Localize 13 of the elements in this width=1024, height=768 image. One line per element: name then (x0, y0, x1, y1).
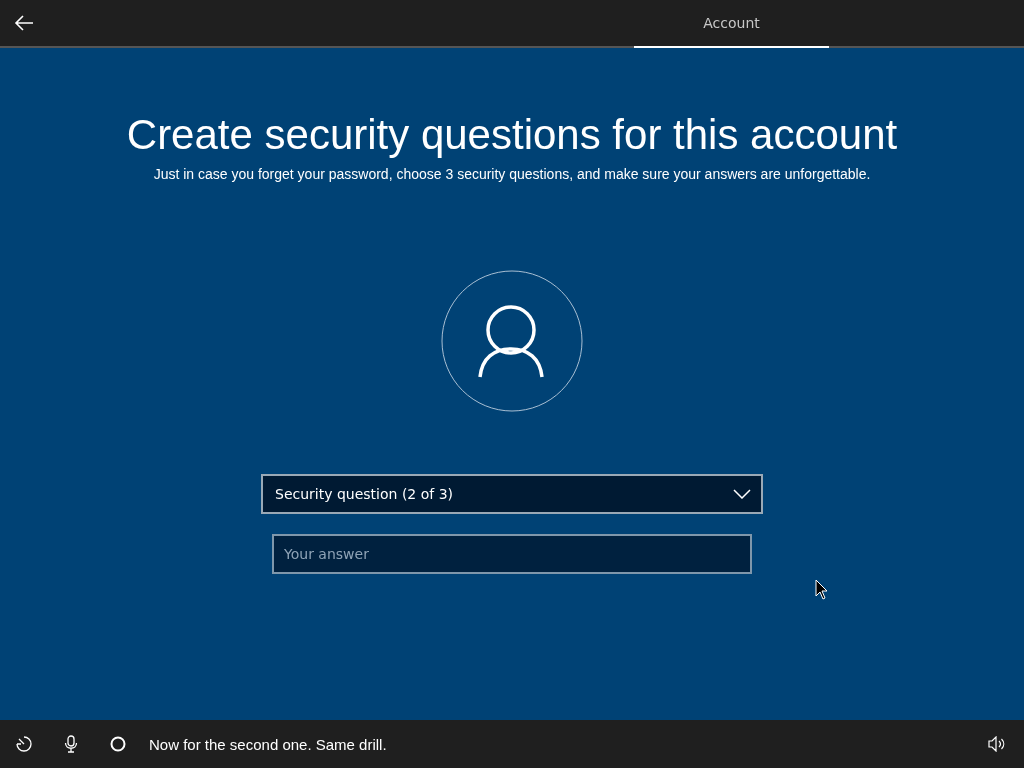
user-avatar-icon (441, 270, 583, 412)
ease-of-access-icon[interactable] (15, 735, 33, 753)
cortana-caption: Now for the second one. Same drill. (149, 735, 387, 753)
microphone-icon[interactable] (64, 735, 78, 753)
chevron-down-icon (733, 489, 751, 499)
mouse-pointer-icon (815, 579, 829, 600)
cortana-circle-icon[interactable] (109, 735, 127, 753)
volume-icon[interactable] (988, 736, 1006, 752)
answer-field[interactable]: Your answer (272, 534, 752, 574)
page-title: Create security questions for this account (126, 110, 898, 160)
back-arrow-icon (14, 15, 34, 31)
page-subtitle: Just in case you forget your password, choose 3 security questions, and make sure your answers are unforgettable. (153, 166, 871, 182)
security-question-dropdown[interactable]: Security question (2 of 3) (261, 474, 763, 514)
